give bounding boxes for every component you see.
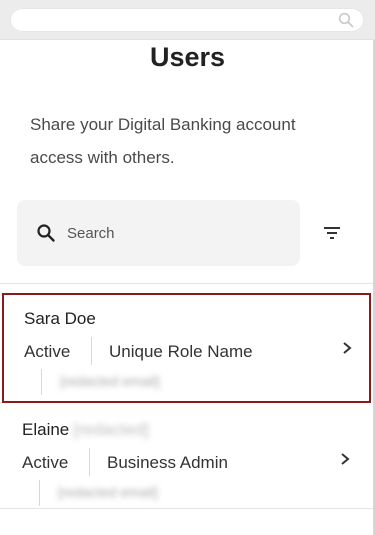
user-first-name: Elaine [22, 420, 70, 439]
search-input[interactable] [67, 220, 287, 246]
user-email: [redacted email] [60, 373, 160, 389]
chevron-right-icon[interactable] [341, 341, 353, 355]
chevron-right-icon[interactable] [339, 452, 351, 466]
filter-icon [324, 227, 340, 239]
divider [91, 337, 92, 365]
divider [39, 480, 40, 506]
user-status: Active [24, 342, 71, 361]
browser-top-bar [0, 0, 375, 40]
user-status: Active [22, 453, 69, 472]
page-title: Users [149, 42, 226, 72]
user-email: [redacted email] [58, 484, 158, 500]
search-icon[interactable] [338, 12, 354, 28]
divider [0, 283, 375, 284]
user-name: Sara Doe [24, 309, 96, 328]
page-description: Share your Digital Banking account acces… [30, 115, 296, 167]
divider [89, 448, 90, 476]
user-name-redacted: [redacted] [73, 420, 149, 439]
browser-search-field[interactable] [10, 8, 364, 32]
divider [41, 369, 42, 395]
filter-button[interactable] [318, 220, 348, 246]
user-role: Business Admin [107, 453, 228, 472]
user-role: Unique Role Name [109, 342, 253, 361]
user-name: Elaine [redacted] [22, 420, 149, 440]
user-list-item[interactable]: Elaine [redacted] Active Business Admin [… [0, 410, 368, 520]
user-list-item[interactable]: Sara Doe Active Unique Role Name [redact… [2, 293, 371, 403]
search-icon [37, 224, 55, 242]
search-box[interactable] [17, 200, 300, 266]
divider [0, 508, 375, 509]
